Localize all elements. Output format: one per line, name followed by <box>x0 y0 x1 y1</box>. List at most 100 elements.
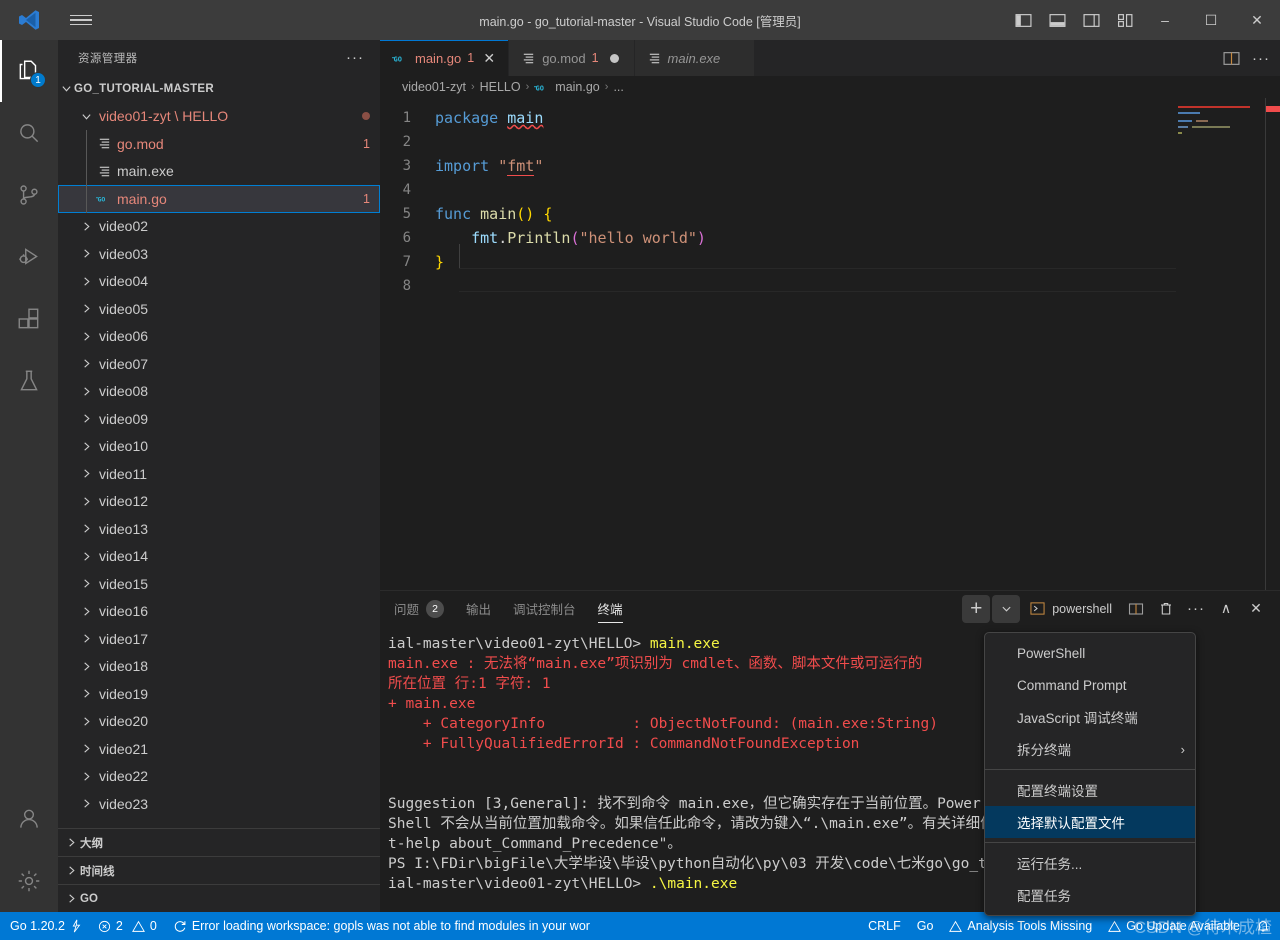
tab-go-mod[interactable]: go.mod 1 <box>509 40 635 76</box>
svg-text:GO: GO <box>536 84 544 92</box>
toggle-panel-icon[interactable] <box>1040 0 1074 40</box>
breadcrumb[interactable]: video01-zyt › HELLO › GO main.go ›... <box>380 76 1280 98</box>
editor-tabs[interactable]: GO main.go 1 ✕ go.mod 1 main.exe ··· <box>380 40 1280 76</box>
toggle-secondary-sidebar-icon[interactable] <box>1074 0 1108 40</box>
tree-item-video18[interactable]: video18 <box>58 653 380 681</box>
tree-item-video20[interactable]: video20 <box>58 708 380 736</box>
terminal-more-icon[interactable]: ··· <box>1182 595 1210 623</box>
tree-item-video21[interactable]: video21 <box>58 735 380 763</box>
tab-label: 问题 <box>394 603 420 617</box>
tree-item-video23[interactable]: video23 <box>58 790 380 818</box>
tree-item-video08[interactable]: video08 <box>58 378 380 406</box>
file-tree[interactable]: video01-zyt \ HELLO go.mod 1 main.exe GO main… <box>58 103 380 829</box>
tree-item-main-exe[interactable]: main.exe <box>58 157 380 185</box>
tree-item-video10[interactable]: video10 <box>58 433 380 461</box>
close-panel-icon[interactable]: ✕ <box>1242 595 1270 623</box>
tree-item-video16[interactable]: video16 <box>58 598 380 626</box>
kill-terminal-icon[interactable] <box>1152 595 1180 623</box>
code-content[interactable]: 1 package main 2 3 import "fmt" 4 5 func main()… <box>380 106 1280 298</box>
new-terminal-button[interactable]: + <box>962 594 991 623</box>
breadcrumb-item[interactable]: ... <box>613 80 623 94</box>
code-editor[interactable]: 1 package main 2 3 import "fmt" 4 5 func main()… <box>380 98 1280 590</box>
breadcrumb-item[interactable]: video01-zyt <box>402 80 466 94</box>
tab-terminal[interactable]: 终端 <box>597 591 623 626</box>
menu-item-选择默认配置文件[interactable]: 选择默认配置文件 <box>985 806 1195 838</box>
tree-item-video17[interactable]: video17 <box>58 625 380 653</box>
sidebar-item-run-and-debug[interactable] <box>0 226 58 288</box>
workspace-error-label: Error loading workspace: gopls was not a… <box>191 919 590 933</box>
chevron-right-icon <box>78 661 94 672</box>
tree-item-video04[interactable]: video04 <box>58 268 380 296</box>
menu-item-command-prompt[interactable]: Command Prompt <box>985 669 1195 701</box>
sidebar-more-actions-icon[interactable]: ··· <box>338 49 372 66</box>
panel-actions: + powershell ··· ∧ ✕ <box>962 594 1280 623</box>
sidebar-section-timeline[interactable]: 时间线 <box>58 856 380 884</box>
sidebar-item-search[interactable] <box>0 102 58 164</box>
tree-item-video09[interactable]: video09 <box>58 405 380 433</box>
status-analysis-tools[interactable]: Analysis Tools Missing <box>941 912 1100 940</box>
tree-item-video11[interactable]: video11 <box>58 460 380 488</box>
tab-debug-console[interactable]: 调试控制台 <box>513 591 576 626</box>
minimize-button[interactable]: – <box>1142 0 1188 40</box>
status-eol[interactable]: CRLF <box>860 912 909 940</box>
tree-item-video19[interactable]: video19 <box>58 680 380 708</box>
split-terminal-icon[interactable] <box>1122 595 1150 623</box>
tree-item-video01-zyt-hello[interactable]: video01-zyt \ HELLO <box>58 103 380 131</box>
status-go-version[interactable]: Go 1.20.2 <box>2 912 90 940</box>
line-text: func main() { <box>435 205 553 223</box>
tab-main-exe[interactable]: main.exe <box>634 40 755 76</box>
menu-icon[interactable] <box>58 12 104 29</box>
breadcrumb-item[interactable]: GO main.go <box>534 80 600 95</box>
menu-item-配置终端设置[interactable]: 配置终端设置 <box>985 774 1195 806</box>
maximize-panel-icon[interactable]: ∧ <box>1212 595 1240 623</box>
tree-item-video07[interactable]: video07 <box>58 350 380 378</box>
tree-item-video06[interactable]: video06 <box>58 323 380 351</box>
tree-item-video22[interactable]: video22 <box>58 763 380 791</box>
tab-problems[interactable]: 问题 2 <box>394 591 445 626</box>
sidebar-item-explorer[interactable]: 1 <box>0 40 58 102</box>
tab-output[interactable]: 输出 <box>466 591 491 626</box>
customize-layout-icon[interactable] <box>1108 0 1142 40</box>
new-terminal-dropdown-icon[interactable] <box>992 594 1021 623</box>
menu-item-配置任务[interactable]: 配置任务 <box>985 879 1195 911</box>
close-button[interactable]: ✕ <box>1234 0 1280 40</box>
tree-item-go-mod[interactable]: go.mod 1 <box>58 130 380 158</box>
tree-item-video05[interactable]: video05 <box>58 295 380 323</box>
account-icon[interactable] <box>0 788 58 850</box>
tree-item-video12[interactable]: video12 <box>58 488 380 516</box>
menu-item-拆分终端[interactable]: 拆分终端 › <box>985 733 1195 765</box>
status-go-update[interactable]: Go Update Available <box>1100 912 1248 940</box>
tree-item-video13[interactable]: video13 <box>58 515 380 543</box>
menu-item-javascript-调试终端[interactable]: JavaScript 调试终端 <box>985 701 1195 733</box>
status-language-mode[interactable]: Go <box>909 912 942 940</box>
menu-item-powershell[interactable]: PowerShell <box>985 637 1195 669</box>
breadcrumb-item[interactable]: HELLO <box>480 80 521 94</box>
line-text: package main <box>435 109 544 127</box>
status-workspace-error[interactable]: Error loading workspace: gopls was not a… <box>165 912 598 940</box>
tree-item-video03[interactable]: video03 <box>58 240 380 268</box>
toggle-primary-sidebar-icon[interactable] <box>1006 0 1040 40</box>
tab-main-go[interactable]: GO main.go 1 ✕ <box>380 40 510 76</box>
sidebar-section-outline[interactable]: 大纲 <box>58 828 380 856</box>
sidebar-item-extensions[interactable] <box>0 288 58 350</box>
sidebar-section-go[interactable]: GO <box>58 884 380 912</box>
minimap[interactable] <box>1176 98 1266 590</box>
menu-item-运行任务-[interactable]: 运行任务... <box>985 847 1195 879</box>
tree-item-video15[interactable]: video15 <box>58 570 380 598</box>
sidebar-item-testing[interactable] <box>0 350 58 412</box>
split-editor-right-icon[interactable] <box>1223 50 1240 67</box>
terminal-shell-selector[interactable]: powershell <box>1022 595 1120 623</box>
tree-item-video02[interactable]: video02 <box>58 213 380 241</box>
status-notifications[interactable] <box>1248 912 1278 940</box>
editor-more-actions-icon[interactable]: ··· <box>1252 50 1270 67</box>
sidebar-item-source-control[interactable] <box>0 164 58 226</box>
gear-icon[interactable] <box>0 850 58 912</box>
overview-ruler[interactable] <box>1266 98 1280 590</box>
explorer-root-folder[interactable]: GO_TUTORIAL-MASTER <box>58 75 380 103</box>
tree-item-video14[interactable]: video14 <box>58 543 380 571</box>
maximize-button[interactable]: ☐ <box>1188 0 1234 40</box>
close-tab-icon[interactable]: ✕ <box>480 49 498 67</box>
status-problems[interactable]: 2 0 <box>90 912 165 940</box>
tree-item-main-go[interactable]: GO main.go 1 <box>58 185 380 213</box>
terminal-profile-context-menu[interactable]: PowerShell Command Prompt JavaScript 调试终端拆… <box>984 632 1196 916</box>
